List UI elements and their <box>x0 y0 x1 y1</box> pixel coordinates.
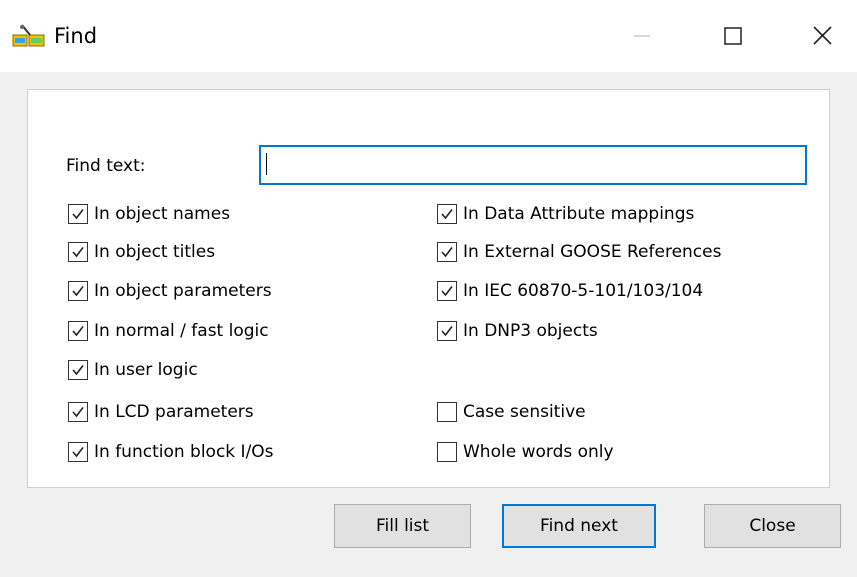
option-label: Whole words only <box>463 442 614 462</box>
checkbox-checked-icon[interactable] <box>68 360 88 380</box>
maximize-button[interactable] <box>687 0 777 72</box>
option-label: In user logic <box>94 360 198 380</box>
title-bar[interactable]: Find <box>0 0 857 72</box>
checkbox-unchecked-icon[interactable] <box>437 402 457 422</box>
close-icon <box>813 26 832 45</box>
option-label: In normal / fast logic <box>94 321 269 341</box>
checkbox-unchecked-icon[interactable] <box>437 442 457 462</box>
checkbox-checked-icon[interactable] <box>68 242 88 262</box>
option-label: In External GOOSE References <box>463 242 722 262</box>
text-caret <box>266 153 267 175</box>
find-text-label: Find text: <box>66 156 146 176</box>
option-label: In object titles <box>94 242 216 262</box>
checkbox-checked-icon[interactable] <box>437 281 457 301</box>
minimize-button[interactable] <box>597 0 687 72</box>
option-label: In object parameters <box>94 281 272 301</box>
minimize-icon <box>634 35 650 37</box>
fill-list-button[interactable]: Fill list <box>334 504 471 548</box>
checkbox-checked-icon[interactable] <box>437 242 457 262</box>
checkbox-checked-icon[interactable] <box>437 321 457 341</box>
option-label: Case sensitive <box>463 402 586 422</box>
option-label: In LCD parameters <box>94 402 254 422</box>
option-label: In object names <box>94 204 231 224</box>
close-window-button[interactable] <box>777 0 857 72</box>
checkbox-checked-icon[interactable] <box>68 442 88 462</box>
option-label: In IEC 60870-5-101/103/104 <box>463 281 704 301</box>
option-label: In function block I/Os <box>94 442 274 462</box>
find-next-button[interactable]: Find next <box>502 504 656 548</box>
window-title: Find <box>54 24 98 48</box>
checkbox-checked-icon[interactable] <box>68 402 88 422</box>
search-options-panel: Find text: In object names In object titl… <box>27 89 830 488</box>
find-app-icon <box>12 24 46 48</box>
checkbox-checked-icon[interactable] <box>68 321 88 341</box>
maximize-icon <box>724 27 742 45</box>
checkbox-checked-icon[interactable] <box>68 204 88 224</box>
find-text-input[interactable] <box>259 145 807 185</box>
checkbox-checked-icon[interactable] <box>437 204 457 224</box>
close-button[interactable]: Close <box>704 504 841 548</box>
checkbox-checked-icon[interactable] <box>68 281 88 301</box>
dialog-client-area: Find text: In object names In object titl… <box>0 72 857 577</box>
option-label: In Data Attribute mappings <box>463 204 695 224</box>
option-label: In DNP3 objects <box>463 321 598 341</box>
